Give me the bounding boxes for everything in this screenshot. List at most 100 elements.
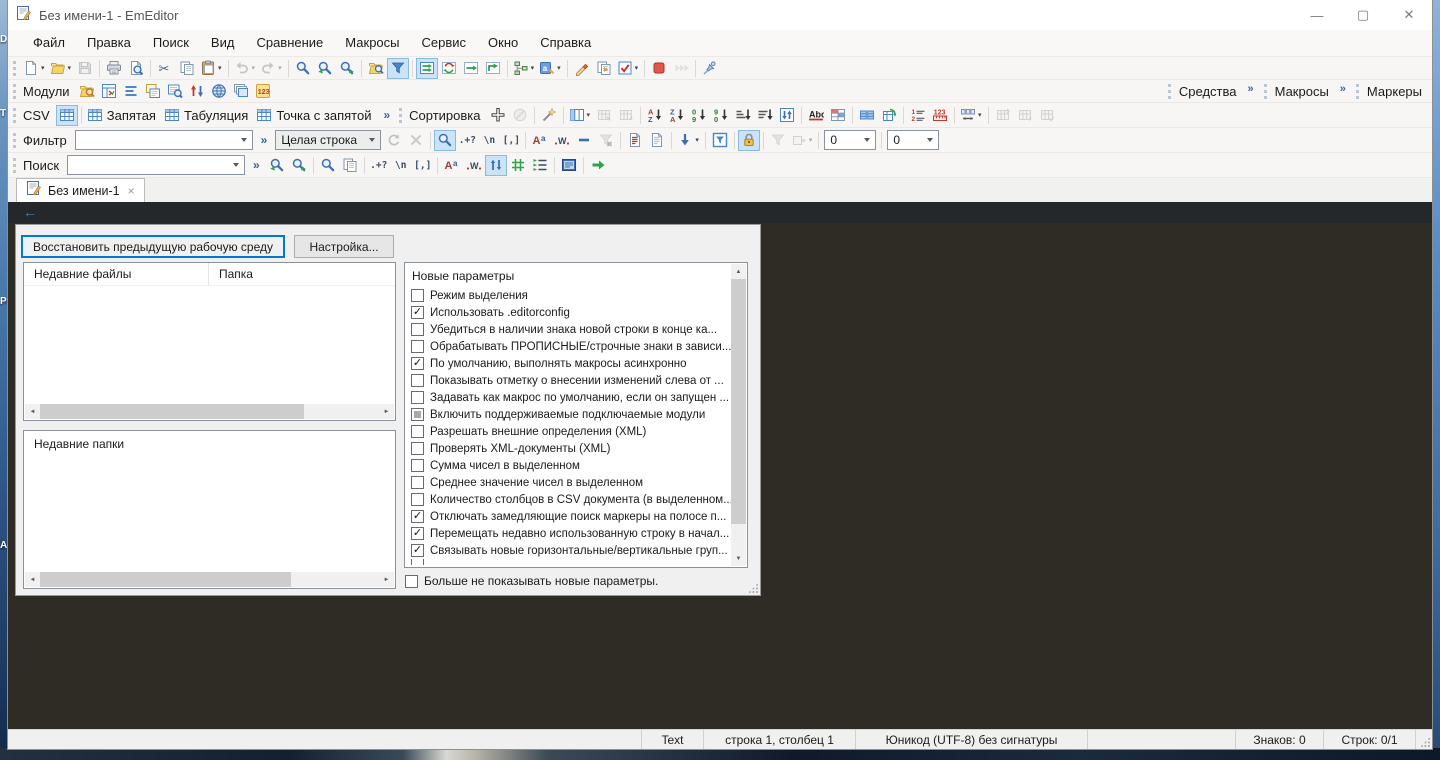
funnel-next-button[interactable] <box>767 130 789 151</box>
minimize-button[interactable]: — <box>1294 0 1340 30</box>
option-checkbox[interactable]: ✓ <box>411 527 424 540</box>
plugin-search-button[interactable] <box>164 81 186 102</box>
column-insert-button[interactable] <box>1014 105 1036 126</box>
maximize-button[interactable]: ▢ <box>1340 0 1386 30</box>
paste-button[interactable]: ▾ <box>198 58 225 79</box>
tab-untitled-document[interactable]: Без имени-1 × <box>16 178 145 202</box>
status-lines[interactable]: Строк: 0/1 <box>1323 730 1415 749</box>
csv-comma-button[interactable]: Запятая <box>85 105 162 126</box>
option-row[interactable]: Среднее значение чисел в выделенном <box>406 474 731 491</box>
escape-toggle[interactable]: \n <box>478 130 500 151</box>
option-checkbox[interactable] <box>411 323 424 336</box>
table-highlight-button[interactable] <box>827 105 849 126</box>
recent-files-list[interactable]: Недавние файлы Папка ◄ ► <box>23 262 396 421</box>
regex-toggle[interactable]: .+? <box>456 130 478 151</box>
sort-length-asc-button[interactable] <box>732 105 754 126</box>
filter-box-button[interactable] <box>709 130 731 151</box>
tables-join-button[interactable] <box>856 105 878 126</box>
plugin-outline-button[interactable] <box>120 81 142 102</box>
sort-za-button[interactable]: ZA <box>666 105 688 126</box>
find-previous-button[interactable] <box>314 58 336 79</box>
option-checkbox[interactable] <box>411 289 424 302</box>
window-resize-grip[interactable] <box>1415 730 1432 749</box>
match-case-button[interactable]: Aa <box>529 130 551 151</box>
toolbar-overflow-chevron[interactable]: » <box>1247 83 1253 95</box>
save-button[interactable] <box>74 58 96 79</box>
box-next-button[interactable]: ▾ <box>789 130 816 151</box>
pin-button[interactable] <box>699 58 721 79</box>
step-macro-button[interactable] <box>670 58 692 79</box>
search-input[interactable] <box>67 155 245 175</box>
ruler-button[interactable]: 123 <box>929 105 951 126</box>
column-move-button[interactable] <box>615 105 637 126</box>
lock-button[interactable] <box>738 130 760 151</box>
option-checkbox[interactable] <box>411 408 424 421</box>
print-preview-button[interactable] <box>125 58 147 79</box>
menu-item-Сервис[interactable]: Сервис <box>411 30 478 56</box>
toolbar-overflow-chevron[interactable]: » <box>383 108 390 122</box>
column-select-button[interactable]: ▾ <box>567 105 594 126</box>
list-matches-button[interactable] <box>529 155 551 176</box>
option-checkbox[interactable] <box>411 391 424 404</box>
status-position[interactable]: строка 1, столбец 1 <box>703 730 855 749</box>
sort-az-button[interactable]: AZ <box>644 105 666 126</box>
dash-button[interactable] <box>573 130 595 151</box>
csv-semicolon-button[interactable]: Точка с запятой <box>254 105 377 126</box>
dont-show-options-row[interactable]: Больше не показывать новые параметры. <box>405 574 658 588</box>
option-row[interactable]: ✓Связывать новые горизонтальные/вертикал… <box>406 542 731 559</box>
recent-files-column-header[interactable]: Недавние файлы <box>24 263 209 285</box>
plugin-open-documents-button[interactable] <box>142 81 164 102</box>
line-numbers-button[interactable]: 12 <box>907 105 929 126</box>
range-toggle[interactable]: [,] <box>500 130 522 151</box>
folder-column-header[interactable]: Папка <box>209 267 253 281</box>
csv-tab-button[interactable]: Табуляция <box>162 105 254 126</box>
menu-item-Сравнение[interactable]: Сравнение <box>245 30 334 56</box>
scroll-down-icon[interactable]: ▼ <box>731 551 746 566</box>
option-row[interactable]: ✓Отключать замедляющие поиск маркеры на … <box>406 508 731 525</box>
outline-button[interactable]: ▾ <box>511 58 538 79</box>
sort-toggle-button[interactable] <box>776 105 798 126</box>
stop-macro-button[interactable] <box>648 58 670 79</box>
plugin-web-preview-button[interactable] <box>208 81 230 102</box>
option-checkbox[interactable]: ✓ <box>411 306 424 319</box>
encoding-button[interactable]: a▾ <box>537 58 564 79</box>
menu-item-Поиск[interactable]: Поиск <box>142 30 200 56</box>
scrollbar-thumb[interactable] <box>731 279 746 524</box>
filter-input[interactable] <box>75 130 253 150</box>
option-checkbox[interactable] <box>411 340 424 353</box>
option-row[interactable]: Разрешать внешние определения (XML) <box>406 423 731 440</box>
search-button[interactable] <box>317 155 339 176</box>
close-x-button[interactable] <box>405 130 427 151</box>
back-arrow-icon[interactable]: ← <box>23 204 37 220</box>
csv-standard-button[interactable] <box>56 105 78 126</box>
new-options-vscrollbar[interactable]: ▲ ▼ <box>731 264 746 566</box>
customize-button[interactable]: Настройка... <box>294 235 394 258</box>
pivot-button[interactable] <box>992 105 1014 126</box>
doc-plain-button[interactable] <box>646 130 668 151</box>
extract-button[interactable]: ▾ <box>675 130 702 151</box>
scrollbar-thumb[interactable] <box>40 404 304 419</box>
option-row[interactable]: ✓По умолчанию, выполнять макросы асинхро… <box>406 355 731 372</box>
option-checkbox[interactable] <box>411 459 424 472</box>
option-row[interactable]: Обрабатывать ПРОПИСНЫЕ/строчные знаки в … <box>406 338 731 355</box>
menu-item-Макросы[interactable]: Макросы <box>334 30 410 56</box>
menu-item-Правка[interactable]: Правка <box>76 30 142 56</box>
table-rotate-button[interactable] <box>878 105 900 126</box>
plugin-number-button[interactable]: 123 <box>252 81 274 102</box>
new-options-list[interactable]: Новые параметры Режим выделения✓Использо… <box>404 262 748 568</box>
option-row[interactable]: ✓Перемещать недавно использованную строк… <box>406 525 731 542</box>
dont-show-checkbox[interactable] <box>405 575 418 588</box>
range-toggle[interactable]: [,] <box>412 155 434 176</box>
record-macro-button[interactable] <box>571 58 593 79</box>
option-row[interactable]: Сумма чисел в выделенном <box>406 457 731 474</box>
menu-item-Окно[interactable]: Окно <box>477 30 529 56</box>
option-row[interactable]: Убедиться в наличии знака новой строки в… <box>406 321 731 338</box>
whole-word-button[interactable]: W <box>551 130 573 151</box>
tab-close-icon[interactable]: × <box>128 184 135 198</box>
find-next-button[interactable] <box>336 58 358 79</box>
search-button[interactable] <box>292 58 314 79</box>
play-macro-button[interactable] <box>593 58 615 79</box>
recent-folders-list[interactable]: Недавние папки ◄ ► <box>23 430 396 589</box>
macro-list-button[interactable]: ▾ <box>615 58 642 79</box>
status-encoding[interactable]: Юникод (UTF-8) без сигнатуры <box>855 730 1087 749</box>
